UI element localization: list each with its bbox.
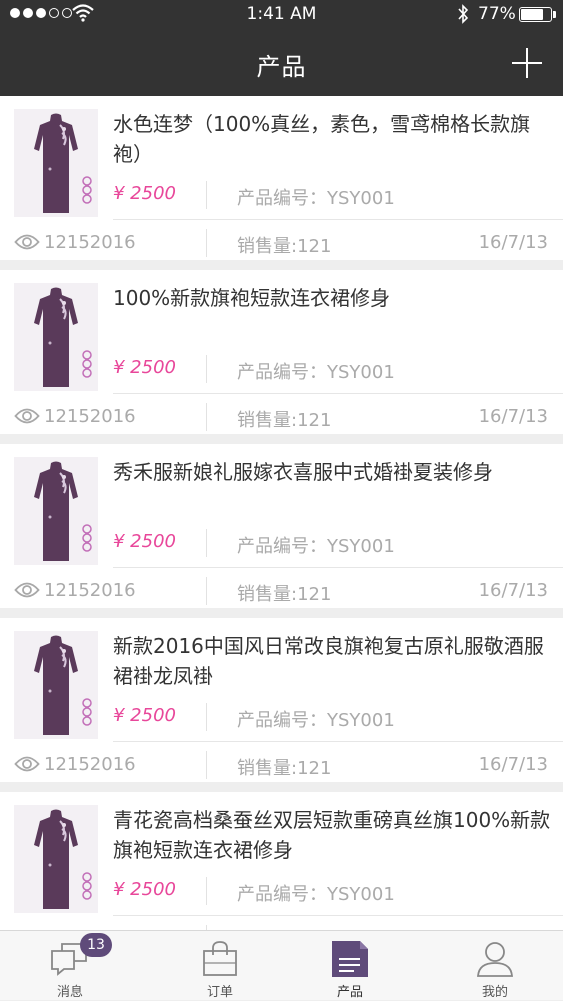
product-date: 16/7/13 — [478, 232, 548, 253]
product-image[interactable] — [14, 457, 98, 565]
tab-me[interactable]: 我的 — [425, 931, 563, 1001]
product-sales: 销售量:121 — [237, 410, 332, 431]
divider — [206, 229, 207, 257]
tab-bar: 13 消息 订单 产品 我的 — [0, 930, 563, 1000]
product-name: 青花瓷高档桑蚕丝双层短款重磅真丝旗100%新款旗袍短款连衣裙修身 — [113, 808, 551, 862]
divider — [206, 529, 207, 557]
product-price: ¥ 2500 — [113, 357, 176, 378]
battery-tip — [553, 11, 556, 18]
divider — [206, 355, 207, 383]
product-name: 秀禾服新娘礼服嫁衣喜服中式婚褂夏装修身 — [113, 460, 493, 484]
product-code: 产品编号：YSY001 — [237, 710, 395, 731]
tab-label: 产品 — [336, 985, 363, 1000]
divider — [206, 403, 207, 431]
product-views: 12152016 — [44, 232, 136, 253]
tab-label: 消息 — [56, 985, 83, 1000]
product-price: ¥ 2500 — [113, 705, 176, 726]
page-title: 产品 — [256, 53, 307, 81]
product-code: 产品编号：YSY001 — [237, 362, 395, 383]
product-card[interactable]: 青花瓷高档桑蚕丝双层短款重磅真丝旗100%新款旗袍短款连衣裙修身 ¥ 2500 … — [0, 792, 563, 930]
divider — [206, 751, 207, 779]
tab-label: 我的 — [481, 985, 508, 1000]
bluetooth-icon — [458, 4, 469, 24]
battery-icon — [519, 7, 552, 22]
product-card[interactable]: 100%新款旗袍短款连衣裙修身 ¥ 2500 产品编号：YSY001 12152… — [0, 270, 563, 434]
divider — [206, 703, 207, 731]
product-card[interactable]: 新款2016中国风日常改良旗袍复古原礼服敬酒服裙褂龙凤褂 ¥ 2500 产品编号… — [0, 618, 563, 782]
product-image[interactable] — [14, 109, 98, 217]
tab-products[interactable]: 产品 — [280, 931, 420, 1001]
product-price: ¥ 2500 — [113, 879, 176, 900]
product-code: 产品编号：YSY001 — [237, 884, 395, 905]
product-views: 12152016 — [44, 406, 136, 427]
plus-icon[interactable] — [508, 44, 546, 82]
product-views: 12152016 — [44, 754, 136, 775]
product-date: 16/7/13 — [478, 406, 548, 427]
product-image[interactable] — [14, 631, 98, 739]
product-image[interactable] — [14, 805, 98, 913]
product-sales: 销售量:121 — [237, 758, 332, 779]
product-name: 新款2016中国风日常改良旗袍复古原礼服敬酒服裙褂龙凤褂 — [113, 634, 544, 688]
battery-percent: 77% — [478, 4, 516, 24]
eye-icon — [14, 234, 40, 250]
tab-messages[interactable]: 13 消息 — [0, 931, 140, 1001]
divider — [113, 219, 563, 220]
product-price: ¥ 2500 — [113, 531, 176, 552]
product-date: 16/7/13 — [478, 754, 548, 775]
product-sales: 销售量:121 — [237, 236, 332, 257]
shopping-bag-icon — [203, 941, 237, 976]
status-bar: 1:41 AM 77% — [0, 0, 563, 30]
product-code: 产品编号：YSY001 — [237, 188, 395, 209]
divider — [206, 577, 207, 605]
product-image[interactable] — [14, 283, 98, 391]
product-date: 16/7/13 — [478, 580, 548, 601]
product-sales: 销售量:121 — [237, 584, 332, 605]
document-icon — [332, 941, 368, 977]
unread-badge: 13 — [80, 933, 112, 957]
eye-icon — [14, 408, 40, 424]
navigation-bar: 1:41 AM 77% 产品 — [0, 0, 563, 96]
divider — [113, 915, 563, 916]
tab-label: 订单 — [206, 985, 233, 1000]
product-card[interactable]: 水色连梦（100%真丝，素色，雪鸢棉格长款旗袍） ¥ 2500 产品编号：YSY… — [0, 96, 563, 260]
divider — [206, 877, 207, 905]
eye-icon — [14, 756, 40, 772]
product-card[interactable]: 秀禾服新娘礼服嫁衣喜服中式婚褂夏装修身 ¥ 2500 产品编号：YSY001 1… — [0, 444, 563, 608]
divider — [113, 393, 563, 394]
product-code: 产品编号：YSY001 — [237, 536, 395, 557]
product-name: 100%新款旗袍短款连衣裙修身 — [113, 286, 391, 310]
tab-orders[interactable]: 订单 — [150, 931, 290, 1001]
divider — [206, 181, 207, 209]
divider — [113, 741, 563, 742]
user-icon — [477, 942, 513, 977]
product-views: 12152016 — [44, 580, 136, 601]
divider — [113, 567, 563, 568]
eye-icon — [14, 582, 40, 598]
product-price: ¥ 2500 — [113, 183, 176, 204]
product-name: 水色连梦（100%真丝，素色，雪鸢棉格长款旗袍） — [113, 112, 531, 166]
product-list: 水色连梦（100%真丝，素色，雪鸢棉格长款旗袍） ¥ 2500 产品编号：YSY… — [0, 96, 563, 930]
